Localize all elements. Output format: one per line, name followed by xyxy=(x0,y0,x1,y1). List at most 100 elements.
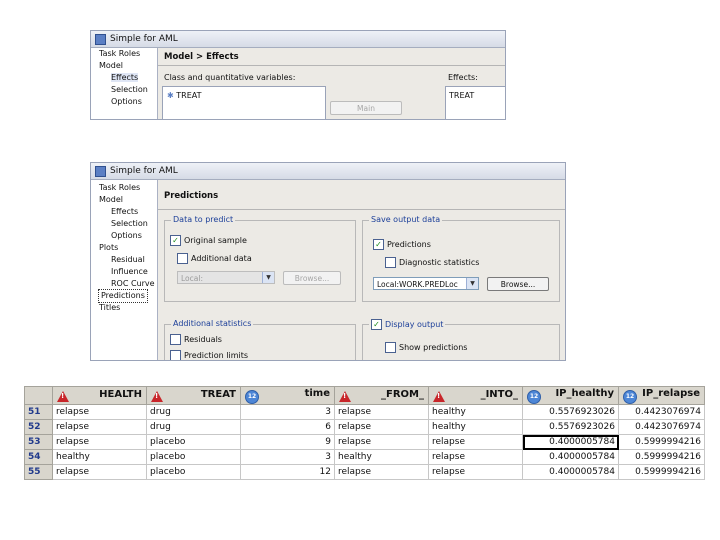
table-cell[interactable]: healthy xyxy=(52,449,147,465)
predictions-option[interactable]: ✓ Predictions xyxy=(373,239,431,250)
tree-item-task-roles[interactable]: Task Roles xyxy=(91,48,157,60)
page-title: Predictions xyxy=(164,191,219,201)
table-cell[interactable]: healthy xyxy=(334,449,429,465)
tree-item-predictions[interactable]: Predictions xyxy=(91,289,157,303)
display-output-title[interactable]: ✓ Display output xyxy=(369,319,446,330)
column-header-into[interactable]: _INTO_ xyxy=(428,386,523,405)
table-cell[interactable]: relapse xyxy=(334,464,429,480)
divider xyxy=(158,65,505,66)
column-header-label: time xyxy=(304,387,330,399)
tree-item-task-roles[interactable]: Task Roles xyxy=(91,182,157,194)
table-cell[interactable]: drug xyxy=(146,419,241,435)
row-number[interactable]: 52 xyxy=(24,419,53,435)
table-cell[interactable]: 0.5576923026 xyxy=(522,404,619,420)
data-to-predict-title: Data to predict xyxy=(171,215,236,224)
table-cell[interactable]: 3 xyxy=(240,404,335,420)
chevron-down-icon: ▼ xyxy=(262,272,274,283)
column-header-health[interactable]: HEALTH xyxy=(52,386,147,405)
tree-item-roc-curve[interactable]: ROC Curve xyxy=(91,278,157,290)
tree-item-selection[interactable]: Selection xyxy=(91,218,157,230)
variables-list[interactable]: ✱ TREAT xyxy=(162,86,326,119)
table-cell[interactable]: 6 xyxy=(240,419,335,435)
table-cell[interactable]: 0.4423076974 xyxy=(618,404,705,420)
table-cell-selected[interactable]: 0.4000005784 xyxy=(522,434,619,450)
column-header-label: TREAT xyxy=(200,389,236,400)
tree-item-effects-label: Effects xyxy=(111,73,139,82)
tree-item-titles[interactable]: Titles xyxy=(91,302,157,314)
prediction-limits-option[interactable]: Prediction limits xyxy=(170,350,248,360)
tree-item-effects[interactable]: Effects xyxy=(91,206,157,218)
additional-statistics-panel: Additional statistics Residuals Predicti… xyxy=(164,319,356,360)
table-cell[interactable]: healthy xyxy=(428,404,523,420)
browse-output-button[interactable]: Browse... xyxy=(487,277,549,291)
show-predictions-label: Show predictions xyxy=(399,343,468,352)
tree-item-model[interactable]: Model xyxy=(91,194,157,206)
table-cell[interactable]: placebo xyxy=(146,464,241,480)
column-header-ip-relapse[interactable]: 12 IP_relapse xyxy=(618,386,705,405)
divider xyxy=(158,209,565,210)
table-row: 53 relapse placebo 9 relapse relapse 0.4… xyxy=(24,434,705,450)
tree-item-model[interactable]: Model xyxy=(91,60,157,72)
tree-item-effects[interactable]: Effects xyxy=(91,72,157,84)
character-column-icon xyxy=(57,391,69,402)
row-number[interactable]: 53 xyxy=(24,434,53,450)
table-cell[interactable]: relapse xyxy=(428,449,523,465)
tree-item-options[interactable]: Options xyxy=(91,96,157,108)
table-cell[interactable]: 0.4000005784 xyxy=(522,464,619,480)
table-cell[interactable]: placebo xyxy=(146,434,241,450)
table-cell[interactable]: 0.5576923026 xyxy=(522,419,619,435)
page-title: Model > Effects xyxy=(164,52,239,62)
tree-item-predictions-label: Predictions xyxy=(98,289,148,303)
table-cell[interactable]: 0.4423076974 xyxy=(618,419,705,435)
main-button[interactable]: Main xyxy=(330,101,402,115)
table-cell[interactable]: placebo xyxy=(146,449,241,465)
additional-data-combo-value: Local: xyxy=(181,274,203,283)
table-cell[interactable]: relapse xyxy=(52,434,147,450)
column-header-time[interactable]: 12 time xyxy=(240,386,335,405)
column-header-ip-healthy[interactable]: 12 IP_healthy xyxy=(522,386,619,405)
browse-button[interactable]: Browse... xyxy=(283,271,341,285)
table-cell[interactable]: 3 xyxy=(240,449,335,465)
table-cell[interactable]: 0.5999994216 xyxy=(618,464,705,480)
variable-item-treat[interactable]: ✱ TREAT xyxy=(167,91,202,100)
corner-cell[interactable] xyxy=(24,386,53,405)
row-number[interactable]: 55 xyxy=(24,464,53,480)
residuals-option[interactable]: Residuals xyxy=(170,334,222,345)
table-cell[interactable]: 9 xyxy=(240,434,335,450)
table-cell[interactable]: relapse xyxy=(334,434,429,450)
column-header-treat[interactable]: TREAT xyxy=(146,386,241,405)
table-cell[interactable]: relapse xyxy=(334,419,429,435)
table-cell[interactable]: relapse xyxy=(52,404,147,420)
table-cell[interactable]: relapse xyxy=(428,464,523,480)
table-cell[interactable]: drug xyxy=(146,404,241,420)
diagnostic-statistics-option[interactable]: Diagnostic statistics xyxy=(385,257,479,268)
row-number[interactable]: 51 xyxy=(24,404,53,420)
tree-item-plots[interactable]: Plots xyxy=(91,242,157,254)
table-cell[interactable]: 12 xyxy=(240,464,335,480)
original-sample-option[interactable]: ✓ Original sample xyxy=(170,235,247,246)
tree-item-options[interactable]: Options xyxy=(91,230,157,242)
additional-data-option[interactable]: Additional data xyxy=(177,253,252,264)
table-cell[interactable]: relapse xyxy=(52,419,147,435)
predictions-dialog-titlebar[interactable]: Simple for AML xyxy=(91,163,565,180)
effect-item[interactable]: TREAT xyxy=(449,91,474,100)
show-predictions-option[interactable]: Show predictions xyxy=(385,342,467,353)
column-header-from[interactable]: _FROM_ xyxy=(334,386,429,405)
additional-data-combo[interactable]: Local: ▼ xyxy=(177,271,275,284)
table-cell[interactable]: 0.4000005784 xyxy=(522,449,619,465)
tree-item-selection[interactable]: Selection xyxy=(91,84,157,96)
output-data-combo[interactable]: Local:WORK.PREDLoc ▼ xyxy=(373,277,479,290)
tree-item-influence[interactable]: Influence xyxy=(91,266,157,278)
table-cell[interactable]: 0.5999994216 xyxy=(618,449,705,465)
effects-dialog-titlebar[interactable]: Simple for AML xyxy=(91,31,505,48)
table-cell[interactable]: relapse xyxy=(428,434,523,450)
table-cell[interactable]: relapse xyxy=(52,464,147,480)
row-number[interactable]: 54 xyxy=(24,449,53,465)
character-column-icon xyxy=(339,391,351,402)
column-header-label: _FROM_ xyxy=(381,389,424,400)
effects-list[interactable]: TREAT xyxy=(445,86,505,119)
tree-item-residual[interactable]: Residual xyxy=(91,254,157,266)
table-cell[interactable]: relapse xyxy=(334,404,429,420)
table-cell[interactable]: healthy xyxy=(428,419,523,435)
table-cell[interactable]: 0.5999994216 xyxy=(618,434,705,450)
